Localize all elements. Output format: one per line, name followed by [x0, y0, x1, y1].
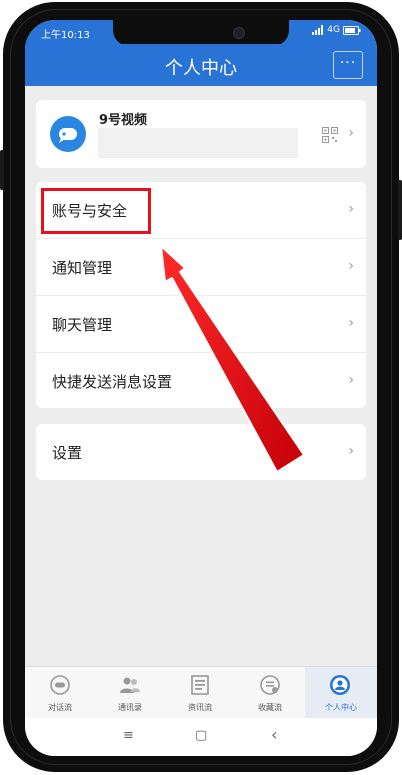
screen: 上午10:13 4G 个人中心 ··· 9号视频 › 账号与安全 › 通知管理 … — [25, 20, 377, 756]
menu-icon[interactable]: ≡ — [123, 728, 134, 743]
chevron-right-icon: › — [348, 258, 354, 274]
tab-label: 对话流 — [48, 703, 72, 712]
page-title: 个人中心 — [165, 58, 237, 79]
menu-item-label: 聊天管理 — [52, 316, 113, 334]
menu-item-notifications[interactable]: 通知管理 › — [36, 239, 366, 296]
contacts-icon — [120, 677, 140, 693]
profile-card[interactable]: 9号视频 › — [36, 100, 366, 168]
notch — [113, 20, 289, 46]
menu-item-quick-send[interactable]: 快捷发送消息设置 › — [36, 353, 366, 409]
avatar — [50, 116, 86, 152]
menu-item-label: 通知管理 — [52, 259, 113, 277]
tab-conversations[interactable]: 对话流 — [25, 667, 95, 719]
person-icon — [330, 675, 350, 695]
home-icon[interactable]: ▢ — [195, 728, 207, 743]
tab-news[interactable]: 资讯流 — [165, 667, 235, 719]
chevron-right-icon: › — [348, 201, 354, 217]
back-icon[interactable]: ‹ — [271, 725, 277, 744]
volume-button — [0, 150, 4, 190]
settings-card[interactable]: 设置 › — [36, 424, 366, 480]
camera-icon — [233, 27, 245, 39]
chevron-right-icon: › — [348, 443, 354, 459]
tab-label: 通讯录 — [118, 703, 142, 712]
tab-label: 收藏流 — [258, 703, 282, 712]
chevron-right-icon: › — [348, 315, 354, 331]
news-icon — [191, 675, 209, 695]
tab-profile[interactable]: 个人中心 — [305, 667, 377, 719]
tab-label: 资讯流 — [188, 703, 212, 712]
title-bar: 个人中心 ··· — [25, 44, 377, 86]
signal-icon — [312, 25, 324, 35]
status-indicators: 4G — [312, 25, 361, 35]
favorites-icon — [260, 675, 280, 695]
tab-bar: 对话流 通讯录 资讯流 收藏流 个人中心 — [25, 666, 377, 719]
menu-item-chat-management[interactable]: 聊天管理 › — [36, 296, 366, 353]
status-time: 上午10:13 — [41, 30, 90, 41]
chevron-right-icon: › — [348, 372, 354, 388]
more-button[interactable]: ··· — [333, 51, 363, 79]
settings-label: 设置 — [52, 444, 83, 462]
system-nav-bar: ≡ ▢ ‹ — [25, 718, 377, 756]
network-type: 4G — [327, 25, 340, 35]
tab-favorites[interactable]: 收藏流 — [235, 667, 305, 719]
menu-item-label: 快捷发送消息设置 — [52, 373, 173, 391]
power-button — [398, 180, 402, 240]
chat-bubble-icon — [50, 675, 70, 695]
battery-icon — [343, 25, 361, 35]
qr-code-icon[interactable] — [322, 127, 338, 143]
chevron-right-icon: › — [348, 125, 354, 141]
profile-detail-blurred — [98, 128, 298, 158]
chat-bubble-icon — [59, 128, 77, 143]
tab-contacts[interactable]: 通讯录 — [95, 667, 165, 719]
highlight-box — [41, 188, 151, 234]
profile-name: 9号视频 — [99, 113, 148, 128]
tab-label: 个人中心 — [325, 703, 357, 712]
